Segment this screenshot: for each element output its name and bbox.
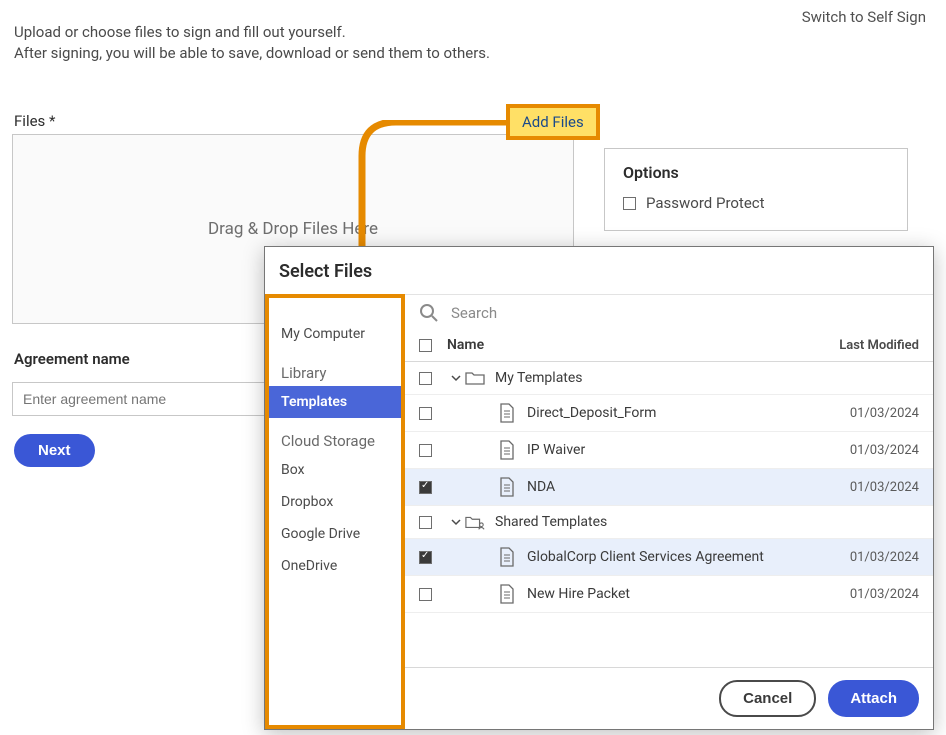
cancel-button[interactable]: Cancel — [719, 680, 816, 717]
column-last-modified[interactable]: Last Modified — [819, 338, 919, 353]
file-row[interactable]: GlobalCorp Client Services Agreement 01/… — [405, 539, 933, 576]
intro-text: Upload or choose files to sign and fill … — [14, 22, 490, 64]
document-icon — [497, 584, 517, 604]
options-title: Options — [623, 163, 889, 182]
switch-self-sign-link[interactable]: Switch to Self Sign — [802, 8, 926, 26]
sidebar-box[interactable]: Box — [269, 454, 401, 486]
modal-footer: Cancel Attach — [405, 667, 933, 729]
intro-line2: After signing, you will be able to save,… — [14, 43, 490, 64]
file-checkbox[interactable] — [419, 444, 432, 457]
sidebar-google-drive[interactable]: Google Drive — [269, 518, 401, 550]
file-checkbox[interactable] — [419, 551, 432, 564]
file-row[interactable]: NDA 01/03/2024 — [405, 469, 933, 506]
file-date: 01/03/2024 — [819, 550, 919, 565]
group-checkbox[interactable] — [419, 372, 432, 385]
group-checkbox[interactable] — [419, 516, 432, 529]
shared-folder-icon — [465, 514, 485, 530]
file-checkbox[interactable] — [419, 481, 432, 494]
select-files-modal: Select Files My Computer Library Templat… — [264, 246, 934, 730]
group-name: My Templates — [495, 370, 583, 386]
document-icon — [497, 403, 517, 423]
file-name: IP Waiver — [527, 442, 585, 458]
dropzone-text: Drag & Drop Files Here — [208, 219, 378, 239]
search-row[interactable]: Search — [405, 295, 933, 331]
file-date: 01/03/2024 — [819, 406, 919, 421]
options-panel: Options Password Protect — [604, 148, 908, 231]
chevron-down-icon[interactable] — [447, 373, 465, 383]
table-body: My Templates Direct_Deposit_Form 01/03/2… — [405, 362, 933, 667]
file-checkbox[interactable] — [419, 588, 432, 601]
modal-sidebar: My Computer Library Templates Cloud Stor… — [265, 294, 405, 729]
folder-icon — [465, 370, 485, 386]
group-name: Shared Templates — [495, 514, 607, 530]
document-icon — [497, 547, 517, 567]
file-name: Direct_Deposit_Form — [527, 405, 656, 421]
next-button[interactable]: Next — [14, 434, 95, 467]
sidebar-templates[interactable]: Templates — [269, 386, 401, 418]
file-row[interactable]: IP Waiver 01/03/2024 — [405, 432, 933, 469]
file-checkbox[interactable] — [419, 407, 432, 420]
add-files-button[interactable]: Add Files — [506, 104, 600, 140]
file-date: 01/03/2024 — [819, 443, 919, 458]
group-row[interactable]: Shared Templates — [405, 506, 933, 539]
group-row[interactable]: My Templates — [405, 362, 933, 395]
document-icon — [497, 440, 517, 460]
modal-title: Select Files — [265, 247, 933, 294]
search-placeholder: Search — [451, 304, 497, 322]
file-name: New Hire Packet — [527, 586, 630, 602]
file-name: GlobalCorp Client Services Agreement — [527, 549, 764, 565]
select-all-checkbox[interactable] — [419, 339, 432, 352]
table-header: Name Last Modified — [405, 331, 933, 362]
sidebar-onedrive[interactable]: OneDrive — [269, 550, 401, 582]
column-name[interactable]: Name — [447, 337, 819, 353]
file-date: 01/03/2024 — [819, 480, 919, 495]
file-row[interactable]: Direct_Deposit_Form 01/03/2024 — [405, 395, 933, 432]
document-icon — [497, 477, 517, 497]
file-name: NDA — [527, 479, 555, 495]
sidebar-section-library: Library — [269, 350, 401, 386]
files-label: Files * — [14, 112, 55, 130]
search-icon — [419, 303, 439, 323]
chevron-down-icon[interactable] — [447, 517, 465, 527]
password-protect-option[interactable]: Password Protect — [623, 194, 889, 212]
sidebar-dropbox[interactable]: Dropbox — [269, 486, 401, 518]
password-protect-checkbox[interactable] — [623, 197, 636, 210]
attach-button[interactable]: Attach — [828, 680, 919, 717]
password-protect-label: Password Protect — [646, 194, 765, 212]
file-row[interactable]: New Hire Packet 01/03/2024 — [405, 576, 933, 613]
intro-line1: Upload or choose files to sign and fill … — [14, 22, 490, 43]
sidebar-section-cloud: Cloud Storage — [269, 418, 401, 454]
agreement-name-label: Agreement name — [14, 350, 130, 368]
sidebar-my-computer[interactable]: My Computer — [269, 318, 401, 350]
file-date: 01/03/2024 — [819, 587, 919, 602]
